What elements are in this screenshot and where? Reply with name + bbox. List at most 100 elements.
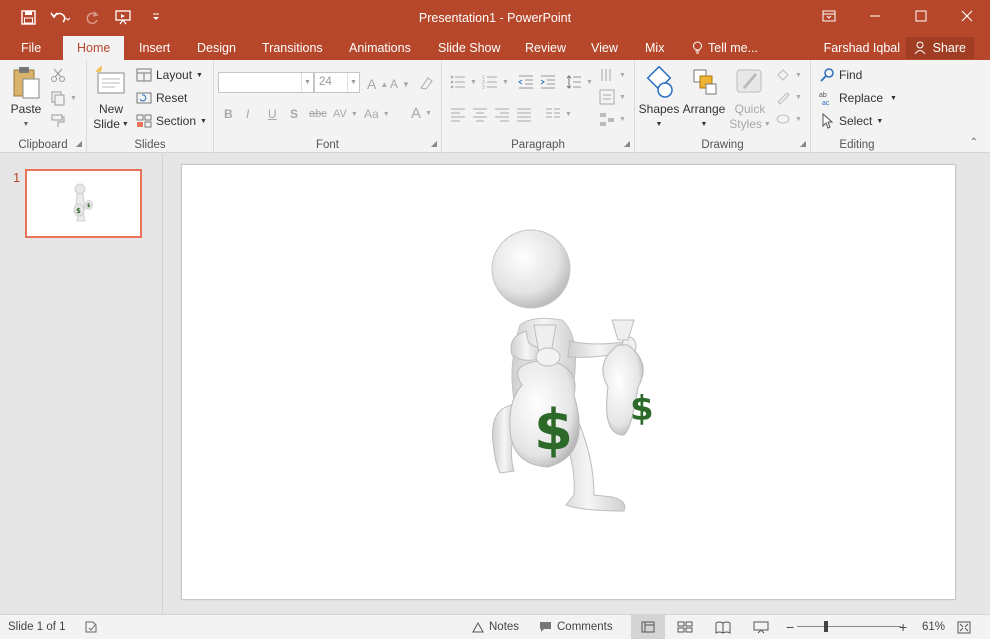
shape-fill-icon[interactable]: ▼ — [775, 65, 802, 85]
ribbon-display-options-icon[interactable] — [806, 0, 852, 32]
new-slide-button[interactable]: New Slide ▼ — [93, 66, 129, 132]
share-button[interactable]: Share — [905, 37, 974, 59]
format-painter-icon[interactable] — [50, 111, 66, 131]
tab-review[interactable]: Review — [525, 36, 566, 60]
font-name-field[interactable]: ▼ — [218, 72, 314, 93]
collapse-ribbon-icon[interactable]: ⌃ — [970, 137, 978, 148]
slide-canvas[interactable]: $ $ — [181, 164, 956, 600]
slide-number: 1 — [13, 170, 21, 185]
font-size-field[interactable]: 24 ▼ — [314, 72, 360, 93]
spelling-check-icon[interactable] — [84, 615, 98, 639]
tab-mix[interactable]: Mix — [645, 36, 664, 60]
clear-formatting-icon[interactable] — [418, 73, 434, 93]
section-button[interactable]: Section ▼ — [136, 111, 207, 131]
line-spacing-icon[interactable]: ▼ — [566, 72, 593, 92]
tab-design[interactable]: Design — [197, 36, 236, 60]
svg-text:ac: ac — [822, 100, 830, 106]
tab-view[interactable]: View — [591, 36, 618, 60]
reset-button[interactable]: Reset — [136, 88, 187, 108]
comments-label: Comments — [557, 621, 613, 633]
shapes-dropdown-icon[interactable]: ▼ — [656, 117, 663, 132]
font-color-icon[interactable]: A ▼ — [411, 103, 432, 123]
underline-icon[interactable]: U — [268, 104, 277, 124]
strikethrough-icon[interactable]: abc — [309, 104, 327, 124]
drawing-launcher-icon[interactable]: ◢ — [800, 139, 806, 148]
clipboard-label: Clipboard — [18, 139, 68, 151]
smartart-icon[interactable]: ▼ — [599, 109, 626, 129]
comments-button[interactable]: Comments — [539, 615, 613, 639]
change-case-icon[interactable]: Aa ▼ — [364, 104, 390, 124]
tab-file[interactable]: File — [21, 36, 41, 60]
zoom-slider[interactable] — [797, 615, 901, 639]
tab-slide-show[interactable]: Slide Show — [438, 36, 501, 60]
close-icon[interactable] — [944, 0, 990, 32]
slide-thumbnail[interactable]: $ $ — [25, 169, 142, 238]
shape-effects-icon[interactable]: ▼ — [775, 109, 802, 129]
minimize-icon[interactable] — [852, 0, 898, 32]
bold-icon[interactable]: B — [224, 104, 233, 124]
align-right-icon[interactable] — [494, 104, 510, 124]
layout-button[interactable]: Layout ▼ — [136, 65, 203, 85]
find-button[interactable]: Find — [819, 65, 862, 85]
fit-slide-icon[interactable] — [957, 615, 971, 639]
columns-icon[interactable]: ▼ — [545, 104, 572, 124]
numbering-icon[interactable]: 1 2 3 ▼ — [482, 72, 509, 92]
slide-show-icon[interactable] — [753, 615, 769, 639]
zoom-in-icon[interactable]: + — [899, 615, 907, 639]
tab-home[interactable]: Home — [63, 36, 125, 60]
svg-text:$: $ — [630, 389, 654, 429]
replace-button[interactable]: ab ac Replace ▼ — [819, 88, 897, 108]
font-name-dropdown-icon[interactable]: ▼ — [301, 73, 313, 92]
user-name[interactable]: Farshad Iqbal — [824, 36, 900, 60]
select-label: Select — [839, 114, 873, 128]
font-size-dropdown-icon[interactable]: ▼ — [347, 73, 359, 92]
clipboard-launcher-icon[interactable]: ◢ — [76, 139, 82, 148]
slide-info[interactable]: Slide 1 of 1 — [8, 615, 66, 639]
arrange-dropdown-icon[interactable]: ▼ — [701, 117, 708, 132]
tab-animations[interactable]: Animations — [349, 36, 411, 60]
select-button[interactable]: Select ▼ — [819, 111, 883, 131]
notes-button[interactable]: Notes — [472, 615, 519, 639]
font-launcher-icon[interactable]: ◢ — [431, 139, 437, 148]
maximize-icon[interactable] — [898, 0, 944, 32]
tab-transitions[interactable]: Transitions — [262, 36, 323, 60]
paragraph-launcher-icon[interactable]: ◢ — [624, 139, 630, 148]
tell-me-box[interactable]: Tell me... — [692, 36, 758, 60]
text-shadow-icon[interactable]: S — [290, 104, 298, 124]
zoom-out-icon[interactable]: − — [786, 615, 794, 639]
editing-label: Editing — [839, 139, 875, 151]
reading-view-icon[interactable] — [715, 615, 731, 639]
paste-button[interactable]: Paste ▼ — [8, 66, 44, 132]
italic-icon[interactable]: I — [246, 104, 249, 124]
paste-dropdown-icon[interactable]: ▼ — [23, 117, 30, 132]
zoom-level[interactable]: 61% — [922, 615, 945, 639]
cut-icon[interactable] — [50, 65, 66, 85]
tab-insert[interactable]: Insert — [139, 36, 170, 60]
new-slide-dropdown-icon[interactable]: ▼ — [122, 117, 129, 132]
copy-icon[interactable]: ▼ — [50, 88, 77, 108]
reset-label: Reset — [156, 91, 188, 105]
editing-group: Find ab ac Replace ▼ Select ▼ Editing — [811, 60, 903, 153]
normal-view-icon[interactable] — [631, 615, 665, 639]
decrease-indent-icon[interactable] — [518, 72, 534, 92]
arrange-button[interactable]: Arrange ▼ — [681, 66, 727, 132]
shrink-font-icon[interactable]: A ▼ — [390, 74, 410, 94]
align-left-icon[interactable] — [450, 104, 466, 124]
arrange-label: Arrange — [682, 102, 726, 116]
bullets-icon[interactable]: ▼ — [450, 72, 477, 92]
shapes-button[interactable]: Shapes ▼ — [639, 66, 679, 132]
justify-icon[interactable] — [516, 104, 532, 124]
slides-label: Slides — [134, 139, 166, 151]
character-spacing-icon[interactable]: AV ▼ — [333, 104, 358, 124]
svg-text:ab: ab — [819, 92, 827, 99]
grow-font-icon[interactable]: A ▲ — [367, 74, 388, 94]
shape-outline-icon[interactable]: ▼ — [775, 87, 802, 107]
align-center-icon[interactable] — [472, 104, 488, 124]
zoom-slider-thumb[interactable] — [824, 621, 828, 632]
align-text-icon[interactable]: ▼ — [599, 87, 626, 107]
slide-sorter-icon[interactable] — [677, 615, 693, 639]
text-direction-icon[interactable]: ▼ — [599, 65, 626, 85]
quick-styles-button[interactable]: Quick Styles ▼ — [729, 66, 771, 132]
increase-indent-icon[interactable] — [540, 72, 556, 92]
drawing-group: Shapes ▼ Arrange ▼ Quick Styles ▼ ▼ ▼ ▼ D… — [635, 60, 811, 153]
